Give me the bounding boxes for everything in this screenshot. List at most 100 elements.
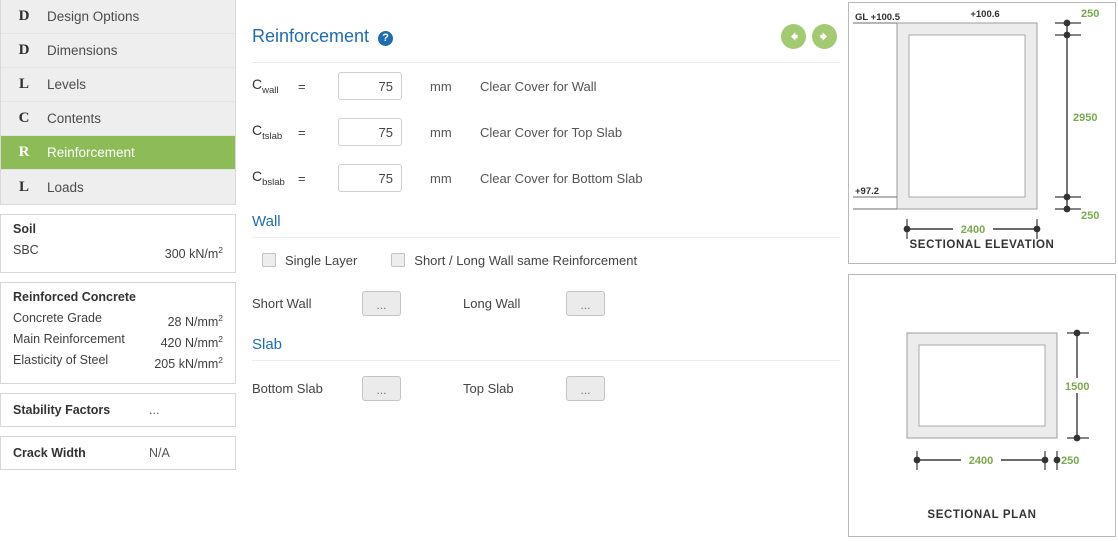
- clear-cover-row: Ctslab = mm Clear Cover for Top Slab: [252, 109, 840, 155]
- short-wall-label: Short Wall: [252, 295, 312, 311]
- sidebar-item-label: Design Options: [47, 9, 140, 24]
- concrete-grade-label: Concrete Grade: [13, 311, 102, 326]
- same-reinforcement-checkbox[interactable]: [391, 253, 406, 267]
- sidebar-item-label: Reinforcement: [47, 145, 135, 160]
- main-reinforcement-row: Main Reinforcement 420 N/mm2: [13, 331, 223, 352]
- bottom-slab-label: Bottom Slab: [252, 380, 323, 396]
- sectional-plan-panel: 1500 2400 250 SECTIONAL PLAN: [848, 274, 1116, 537]
- sidebar-item-letter: L: [18, 76, 29, 92]
- sidebar-item-letter: L: [18, 178, 29, 195]
- main-header: Reinforcement ?: [252, 0, 840, 49]
- single-layer-checkbox[interactable]: [262, 253, 276, 267]
- soil-card: Soil SBC 300 kN/m2: [0, 214, 236, 274]
- equals-sign: =: [298, 78, 306, 94]
- long-wall-label: Long Wall: [463, 295, 521, 311]
- stability-factors-value: ...: [149, 402, 160, 417]
- sidebar-item-loads[interactable]: L Loads: [1, 170, 235, 204]
- sidebar-item-dimensions[interactable]: D Dimensions: [1, 34, 235, 68]
- sidebar-item-label: Levels: [47, 77, 87, 92]
- cover-unit: mm: [430, 124, 452, 140]
- crack-width-value: N/A: [149, 445, 170, 460]
- cover-symbol: Ctslab: [252, 122, 283, 142]
- page-title: Reinforcement: [252, 26, 370, 46]
- cover-unit: mm: [430, 78, 452, 94]
- concrete-card-title: Reinforced Concrete: [13, 290, 136, 305]
- sectional-elevation-caption: SECTIONAL ELEVATION: [909, 239, 1055, 251]
- sidebar: D Design Options D Dimensions L Levels C Conten…: [0, 0, 236, 541]
- cover-symbol: Cbslab: [252, 168, 285, 188]
- elevation-top-level-label: +100.6: [970, 9, 999, 20]
- slab-buttons-row: Bottom Slab ... Top Slab ...: [252, 367, 840, 409]
- cover-description: Clear Cover for Wall: [480, 78, 597, 94]
- top-slab-button[interactable]: ...: [566, 375, 605, 401]
- sidebar-item-label: Dimensions: [47, 43, 118, 58]
- sidebar-item-letter: D: [18, 8, 30, 24]
- cover-description: Clear Cover for Bottom Slab: [480, 170, 643, 186]
- cover-value-input[interactable]: [338, 72, 402, 100]
- sidebar-item-letter: C: [18, 110, 30, 126]
- crack-width-card[interactable]: Crack Width N/A: [0, 435, 236, 470]
- clear-cover-row: Cwall = mm Clear Cover for Wall: [252, 63, 840, 109]
- concrete-grade-row: Concrete Grade 28 N/mm2: [13, 310, 223, 331]
- short-wall-button[interactable]: ...: [362, 290, 401, 316]
- question-mark-icon[interactable]: ?: [378, 30, 394, 46]
- sectional-plan-caption: SECTIONAL PLAN: [927, 509, 1037, 521]
- elevation-bottom-thickness-dimension: 250: [1081, 210, 1099, 222]
- single-layer-label: Single Layer: [285, 252, 358, 268]
- crack-width-label: Crack Width: [13, 445, 86, 460]
- previous-page-button[interactable]: [781, 24, 806, 49]
- wall-section-title: Wall: [252, 213, 281, 230]
- cover-value-input[interactable]: [338, 118, 402, 146]
- clear-cover-row: Cbslab = mm Clear Cover for Bottom Slab: [252, 155, 840, 201]
- soil-card-title: Soil: [13, 222, 36, 236]
- equals-sign: =: [298, 124, 306, 140]
- cover-unit: mm: [430, 170, 452, 186]
- wall-buttons-row: Short Wall ... Long Wall ...: [252, 282, 840, 324]
- elevation-width-dimension: 2400: [961, 224, 985, 236]
- slab-section-divider: [252, 360, 840, 361]
- slab-section-title: Slab: [252, 336, 283, 353]
- application-window: D Design Options D Dimensions L Levels C Conten…: [0, 0, 1118, 541]
- soil-sbc-row: SBC 300 kN/m2: [13, 242, 223, 263]
- cover-description: Clear Cover for Top Slab: [480, 124, 623, 140]
- equals-sign: =: [298, 170, 306, 186]
- main-reinforcement-value: 420 N/mm2: [160, 334, 223, 351]
- sidebar-item-label: Contents: [47, 111, 102, 126]
- sidebar-item-levels[interactable]: L Levels: [1, 68, 235, 102]
- plan-thickness-dimension: 250: [1061, 455, 1079, 467]
- sectional-elevation-panel: 2400 GL +100.5 +100.6 +97.2 250 2950 250…: [848, 2, 1116, 264]
- elevation-bottom-level-label: +97.2: [855, 186, 879, 197]
- cover-value-input[interactable]: [338, 164, 402, 192]
- clear-cover-form: Cwall = mm Clear Cover for Wall Ctslab = mm Cle…: [252, 63, 840, 201]
- concrete-grade-value: 28 N/mm2: [167, 313, 223, 330]
- stability-factors-card[interactable]: Stability Factors ...: [0, 392, 236, 427]
- top-slab-label: Top Slab: [463, 380, 514, 396]
- arrow-left-icon: [791, 32, 798, 41]
- page-navigation: [781, 24, 840, 49]
- sidebar-item-letter: D: [18, 42, 30, 58]
- sectional-plan-drawing: 1500 2400 250: [906, 329, 1099, 470]
- plan-width-dimension: 2400: [969, 455, 993, 467]
- elevation-top-thickness-dimension: 250: [1081, 8, 1099, 20]
- sectional-elevation-drawing: 2400 GL +100.5 +100.6 +97.2 250 2950 250: [853, 8, 1111, 239]
- long-wall-button[interactable]: ...: [566, 290, 605, 316]
- wall-checkbox-row: Single Layer Short / Long Wall same Rein…: [252, 238, 840, 282]
- elevation-ground-level-label: GL +100.5: [855, 12, 901, 23]
- sidebar-nav: D Design Options D Dimensions L Levels C Conten…: [0, 0, 236, 205]
- same-reinforcement-label: Short / Long Wall same Reinforcement: [414, 252, 638, 268]
- elevation-height-dimension: 2950: [1073, 112, 1097, 124]
- sidebar-item-contents[interactable]: C Contents: [1, 102, 235, 136]
- sidebar-item-reinforcement[interactable]: R Reinforcement: [1, 136, 235, 170]
- sidebar-item-design-options[interactable]: D Design Options: [1, 0, 235, 34]
- elasticity-steel-row: Elasticity of Steel 205 kN/mm2: [13, 352, 223, 373]
- bottom-slab-button[interactable]: ...: [362, 375, 401, 401]
- next-page-button[interactable]: [812, 24, 837, 49]
- stability-factors-label: Stability Factors: [13, 402, 111, 417]
- sidebar-item-letter: R: [18, 144, 30, 160]
- reinforced-concrete-card: Reinforced Concrete Concrete Grade 28 N/…: [0, 282, 236, 384]
- elasticity-steel-value: 205 kN/mm2: [154, 355, 223, 372]
- main-reinforcement-label: Main Reinforcement: [13, 332, 125, 347]
- arrow-right-icon: [820, 32, 827, 41]
- plan-height-dimension: 1500: [1065, 381, 1089, 393]
- soil-sbc-value: 300 kN/m2: [164, 245, 223, 262]
